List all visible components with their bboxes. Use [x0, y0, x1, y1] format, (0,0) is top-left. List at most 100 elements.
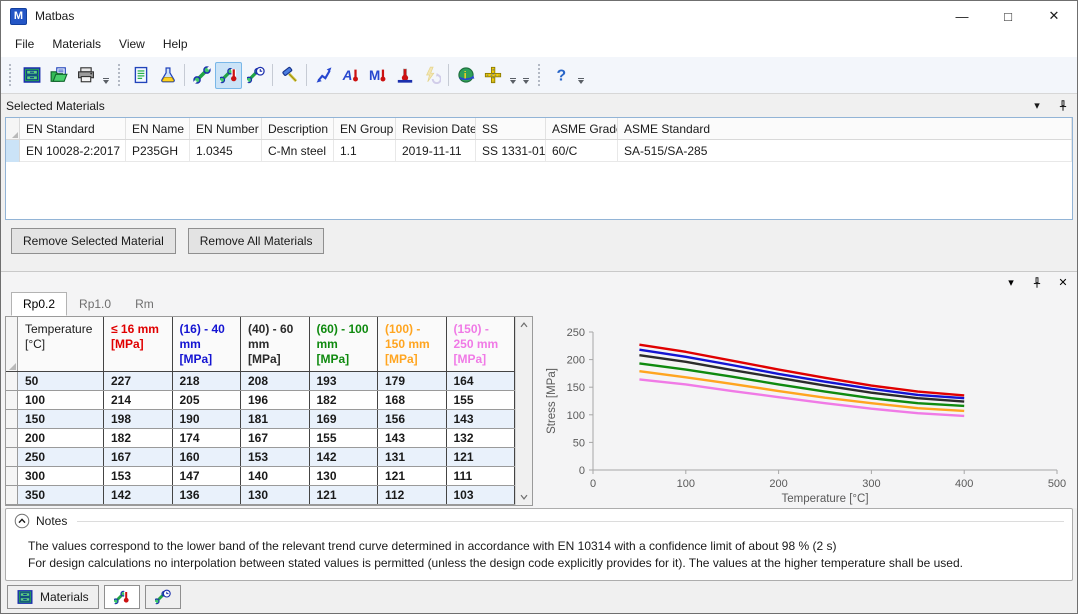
table-cell[interactable]: 168	[378, 391, 447, 409]
table-cell[interactable]: 214	[104, 391, 173, 409]
row-selector[interactable]	[6, 391, 18, 409]
table-cell[interactable]: 164	[447, 372, 516, 390]
table-cell[interactable]: 155	[310, 429, 379, 447]
table-cell[interactable]: 132	[447, 429, 516, 447]
collapse-notes-icon[interactable]	[14, 513, 30, 529]
table-cell[interactable]: 155	[447, 391, 516, 409]
menu-materials[interactable]: Materials	[43, 33, 110, 55]
table-cell[interactable]: 153	[104, 467, 173, 485]
help-button[interactable]	[547, 62, 574, 89]
vertical-scrollbar[interactable]	[515, 317, 532, 505]
table-row[interactable]: EN 10028-2:2017P235GH1.0345C-Mn steel1.1…	[6, 140, 1072, 162]
lightning-sync-button[interactable]	[418, 62, 445, 89]
tab-rp10[interactable]: Rp1.0	[67, 292, 123, 316]
column-header[interactable]: Temperature [°C]	[18, 317, 104, 371]
column-header[interactable]: (16) - 40 mm [MPa]	[173, 317, 242, 371]
table-row[interactable]: 250167160153142131121	[6, 448, 515, 467]
table-cell[interactable]: 190	[173, 410, 242, 428]
column-header[interactable]: EN Group	[334, 118, 396, 139]
pin-icon[interactable]	[1056, 99, 1070, 113]
row-selector[interactable]	[6, 140, 20, 162]
column-header[interactable]: (60) - 100 mm [MPa]	[310, 317, 379, 371]
table-cell[interactable]: 196	[241, 391, 310, 409]
close-button[interactable]: ✕	[1031, 1, 1077, 31]
table-cell[interactable]: 147	[173, 467, 242, 485]
table-cell[interactable]: 121	[310, 486, 379, 504]
table-cell[interactable]: SS 1331-01	[476, 140, 546, 162]
panel-menu-icon[interactable]: ▾	[1004, 276, 1018, 290]
row-selector[interactable]	[6, 448, 18, 466]
table-cell[interactable]: 112	[378, 486, 447, 504]
column-header[interactable]: SS	[476, 118, 546, 139]
table-cell[interactable]: 200	[18, 429, 104, 447]
table-cell[interactable]: 103	[447, 486, 516, 504]
table-cell[interactable]: 60/C	[546, 140, 618, 162]
column-header[interactable]: (150) - 250 mm [MPa]	[447, 317, 516, 371]
table-cell[interactable]: 179	[378, 372, 447, 390]
table-cell[interactable]: 160	[173, 448, 242, 466]
wrench-clock-view-tab[interactable]	[145, 585, 181, 609]
row-selector[interactable]	[6, 429, 18, 447]
scroll-down-icon[interactable]	[518, 491, 530, 503]
table-cell[interactable]: 121	[447, 448, 516, 466]
table-cell[interactable]: C-Mn steel	[262, 140, 334, 162]
tab-rp02[interactable]: Rp0.2	[11, 292, 67, 316]
measure-button[interactable]	[479, 62, 506, 89]
column-header[interactable]: Revision Date	[396, 118, 476, 139]
minimize-button[interactable]: —	[939, 1, 985, 31]
table-cell[interactable]: 1.0345	[190, 140, 262, 162]
table-cell[interactable]: 142	[310, 448, 379, 466]
wrench-thermometer-button[interactable]	[215, 62, 242, 89]
menu-view[interactable]: View	[110, 33, 154, 55]
table-cell[interactable]: 174	[173, 429, 242, 447]
maximize-button[interactable]: □	[985, 1, 1031, 31]
column-header[interactable]: EN Standard	[20, 118, 126, 139]
table-cell[interactable]: 300	[18, 467, 104, 485]
row-selector[interactable]	[6, 410, 18, 428]
row-selector[interactable]	[6, 467, 18, 485]
table-cell[interactable]: 250	[18, 448, 104, 466]
toolbar-grip[interactable]	[9, 64, 14, 86]
flask-button[interactable]	[154, 62, 181, 89]
table-cell[interactable]: 153	[241, 448, 310, 466]
table-cell[interactable]: P235GH	[126, 140, 190, 162]
table-cell[interactable]: 208	[241, 372, 310, 390]
table-cell[interactable]: SA-515/SA-285	[618, 140, 1072, 162]
table-row[interactable]: 150198190181169156143	[6, 410, 515, 429]
table-cell[interactable]: EN 10028-2:2017	[20, 140, 126, 162]
toolbar-overflow-2[interactable]	[506, 62, 519, 88]
toolbar-overflow-3[interactable]	[519, 62, 532, 88]
table-cell[interactable]: 181	[241, 410, 310, 428]
globe-info-button[interactable]	[452, 62, 479, 89]
table-cell[interactable]: 121	[378, 467, 447, 485]
column-header[interactable]: ASME Standard	[618, 118, 1072, 139]
row-selector[interactable]	[6, 372, 18, 390]
wrench-clock-button[interactable]	[242, 62, 269, 89]
table-cell[interactable]: 130	[241, 486, 310, 504]
pin-icon[interactable]	[1030, 276, 1044, 290]
document-button[interactable]	[127, 62, 154, 89]
table-cell[interactable]: 136	[173, 486, 242, 504]
wrench-thermometer-view-tab[interactable]	[104, 585, 140, 609]
table-cell[interactable]: 193	[310, 372, 379, 390]
toolbar-overflow-1[interactable]	[99, 62, 112, 88]
column-header[interactable]: Description	[262, 118, 334, 139]
hammer-button[interactable]	[276, 62, 303, 89]
toolbar-grip[interactable]	[538, 64, 543, 86]
table-row[interactable]: 350142136130121112103	[6, 486, 515, 505]
remove-selected-material-button[interactable]: Remove Selected Material	[11, 228, 176, 254]
materials-view-tab[interactable]: Materials	[7, 585, 99, 609]
impact-temperature-button[interactable]	[364, 62, 391, 89]
remove-all-materials-button[interactable]: Remove All Materials	[188, 228, 325, 254]
open-button[interactable]	[45, 62, 72, 89]
panel-close-icon[interactable]: ✕	[1056, 276, 1070, 290]
column-header[interactable]: (100) - 150 mm [MPa]	[378, 317, 447, 371]
table-cell[interactable]: 218	[173, 372, 242, 390]
column-header[interactable]: (40) - 60 mm [MPa]	[241, 317, 310, 371]
table-cell[interactable]: 182	[310, 391, 379, 409]
table-row[interactable]: 50227218208193179164	[6, 372, 515, 391]
menu-help[interactable]: Help	[154, 33, 197, 55]
table-cell[interactable]: 50	[18, 372, 104, 390]
materials-database-button[interactable]	[18, 62, 45, 89]
row-selector[interactable]	[6, 486, 18, 504]
